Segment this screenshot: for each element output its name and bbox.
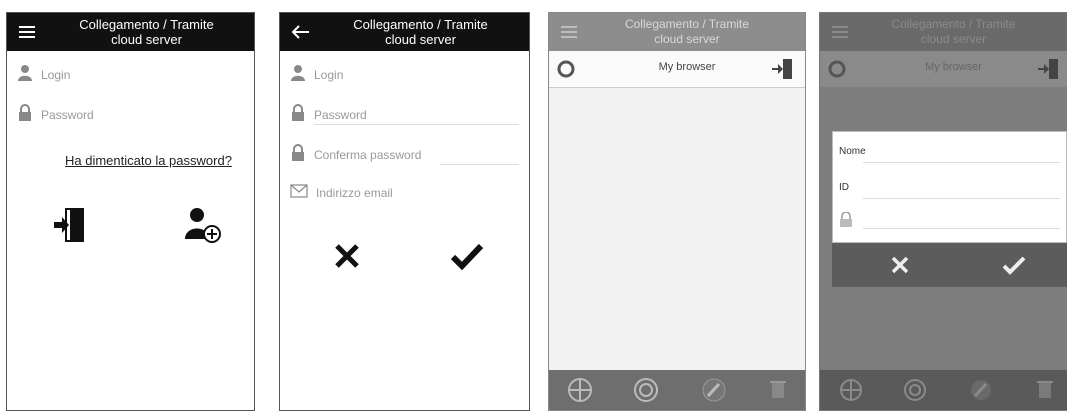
add-device-dialog: Nome ID: [832, 131, 1067, 243]
login-label: Login: [41, 68, 71, 82]
screen-device-list: Collegamento / Tramite cloud server My b…: [548, 12, 806, 411]
lock-icon: [290, 103, 306, 127]
forgot-password-link[interactable]: Ha dimenticato la password?: [65, 153, 232, 168]
title-line-2: cloud server: [654, 32, 720, 46]
confirm-check-icon[interactable]: [1002, 255, 1026, 280]
exit-door-icon[interactable]: [771, 57, 795, 86]
lock-icon: [839, 211, 853, 233]
password-label: Password: [314, 108, 367, 122]
cancel-x-icon[interactable]: [890, 255, 910, 280]
password-field[interactable]: Password: [17, 103, 244, 127]
title-line-2: cloud server: [920, 32, 987, 46]
app-header: Collegamento / Tramite cloud server: [820, 13, 1067, 51]
title-line-2: cloud server: [385, 32, 456, 47]
sync-icon[interactable]: [900, 376, 930, 404]
cancel-x-icon[interactable]: [332, 241, 362, 276]
device-row[interactable]: My browser: [549, 51, 805, 88]
email-label: Indirizzo email: [316, 186, 393, 200]
title-line-2: cloud server: [111, 32, 182, 47]
page-title: Collegamento / Tramite cloud server: [47, 17, 246, 47]
lock-icon: [290, 143, 306, 167]
id-underline: [863, 198, 1060, 199]
bottom-toolbar: [549, 370, 805, 410]
radio-icon[interactable]: [828, 60, 846, 83]
edit-icon[interactable]: [966, 376, 996, 404]
delete-icon[interactable]: [763, 376, 793, 404]
page-title: Collegamento / Tramite cloud server: [860, 17, 1047, 47]
menu-icon[interactable]: [832, 25, 850, 44]
envelope-icon: [290, 183, 308, 203]
screen-register: Collegamento / Tramite cloud server Logi…: [279, 12, 530, 411]
login-label: Login: [314, 68, 344, 82]
add-user-icon[interactable]: [183, 205, 223, 250]
password-underline: [863, 228, 1060, 229]
name-underline: [863, 162, 1060, 163]
password-field[interactable]: Password: [290, 103, 519, 127]
bottom-toolbar: [820, 370, 1067, 410]
password-underline: [314, 124, 519, 125]
page-title: Collegamento / Tramite cloud server: [589, 17, 785, 47]
delete-icon[interactable]: [1030, 376, 1060, 404]
back-arrow-icon[interactable]: [290, 23, 312, 41]
login-field[interactable]: Login: [290, 63, 519, 87]
edit-icon[interactable]: [699, 376, 729, 404]
dialog-actions: [832, 243, 1067, 287]
device-row[interactable]: My browser: [820, 51, 1067, 87]
password-label: Password: [41, 108, 94, 122]
page-title: Collegamento / Tramite cloud server: [320, 17, 521, 47]
title-line-1: Collegamento / Tramite: [353, 17, 488, 32]
menu-icon[interactable]: [17, 23, 39, 41]
title-line-1: Collegamento / Tramite: [79, 17, 214, 32]
dialog-name-label: Nome: [839, 146, 866, 157]
screen-add-device-dialog: Collegamento / Tramite cloud server My b…: [819, 12, 1067, 411]
title-line-1: Collegamento / Tramite: [624, 17, 750, 31]
exit-door-icon[interactable]: [1037, 57, 1061, 86]
radio-icon[interactable]: [557, 60, 575, 83]
app-header: Collegamento / Tramite cloud server: [7, 13, 254, 51]
device-name: My browser: [925, 61, 982, 73]
login-field[interactable]: Login: [17, 63, 244, 87]
email-field[interactable]: Indirizzo email: [290, 181, 519, 205]
lock-icon: [17, 103, 33, 127]
confirm-password-field[interactable]: Conferma password: [290, 143, 519, 167]
login-door-icon[interactable]: [52, 205, 88, 250]
user-icon: [17, 64, 33, 87]
crosshair-icon[interactable]: [836, 376, 866, 404]
confirm-password-label: Conferma password: [314, 148, 422, 162]
title-line-1: Collegamento / Tramite: [891, 17, 1016, 31]
confirm-underline: [440, 164, 519, 165]
confirm-check-icon[interactable]: [450, 241, 484, 276]
sync-icon[interactable]: [631, 376, 661, 404]
device-name: My browser: [658, 61, 716, 73]
menu-icon[interactable]: [561, 25, 579, 44]
app-header: Collegamento / Tramite cloud server: [280, 13, 529, 51]
crosshair-icon[interactable]: [565, 376, 595, 404]
screen-login: Collegamento / Tramite cloud server Logi…: [6, 12, 255, 411]
dialog-id-label: ID: [839, 182, 849, 193]
user-icon: [290, 64, 306, 87]
app-header: Collegamento / Tramite cloud server: [549, 13, 805, 51]
